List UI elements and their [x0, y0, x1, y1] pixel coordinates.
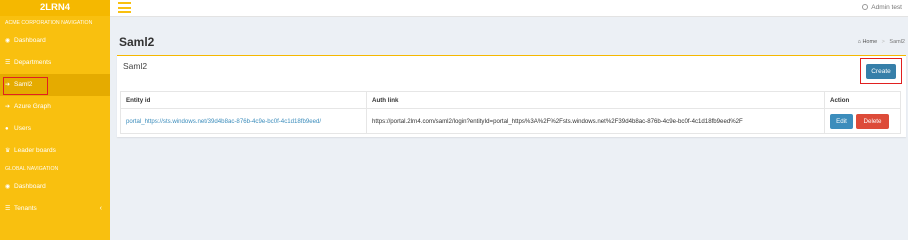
brand-logo[interactable]: 2LRN4 — [0, 0, 110, 16]
chevron-left-icon: ‹ — [99, 205, 102, 212]
breadcrumb-current: Saml2 — [889, 39, 905, 45]
delete-button[interactable]: Delete — [856, 113, 889, 129]
box-title: Saml2 — [123, 61, 148, 71]
user-avatar-icon — [862, 4, 869, 10]
trophy-icon: ♛ — [5, 148, 11, 154]
nav-section-header: GLOBAL NAVIGATION — [5, 166, 59, 172]
sidebar-item-label: Users — [14, 125, 31, 132]
sidebar-item-label: Dashboard — [14, 183, 46, 190]
user-icon: ● — [5, 126, 9, 132]
saml2-table: Entity id Auth link Action portal_https:… — [120, 91, 901, 134]
column-header-entity-id: Entity id — [120, 91, 367, 109]
action-cell: Edit Delete — [824, 108, 901, 134]
sidebar: 2LRN4 ACME CORPORATION NAVIGATION ◉ Dashb… — [0, 0, 110, 240]
table-header-row: Entity id Auth link Action — [120, 91, 901, 109]
page-title: Saml2 — [119, 35, 155, 49]
sidebar-item-label: Dashboard — [14, 37, 46, 44]
sidebar-item-label: Azure Graph — [14, 103, 51, 110]
sidebar-item-tenants[interactable]: ☰ Tenants ‹ — [0, 198, 110, 220]
highlight-box — [3, 77, 48, 95]
sidebar-item-departments[interactable]: ☰ Departments — [0, 52, 110, 74]
home-icon: ⌂ — [857, 39, 861, 45]
sign-in-icon: ➔ — [5, 104, 11, 110]
entity-id-link[interactable]: portal_https://sts.windows.net/39d4b8ac-… — [126, 118, 321, 125]
sidebar-item-leader-boards[interactable]: ♛ Leader boards — [0, 140, 110, 162]
entity-id-cell: portal_https://sts.windows.net/39d4b8ac-… — [120, 108, 367, 134]
dashboard-icon: ◉ — [5, 38, 11, 44]
user-name: Admin test — [871, 4, 902, 11]
table-row: portal_https://sts.windows.net/39d4b8ac-… — [120, 108, 901, 134]
nav-section-header: ACME CORPORATION NAVIGATION — [5, 20, 93, 26]
list-icon: ☰ — [5, 60, 11, 66]
sidebar-toggle-icon[interactable] — [118, 2, 131, 13]
sidebar-item-azure-graph[interactable]: ➔ Azure Graph — [0, 96, 110, 118]
top-navbar: Admin test — [110, 0, 908, 17]
sidebar-item-label: Departments — [14, 59, 52, 66]
column-header-auth-link: Auth link — [366, 91, 825, 109]
edit-button[interactable]: Edit — [830, 113, 853, 129]
sidebar-item-label: Leader boards — [14, 147, 56, 154]
sidebar-item-users[interactable]: ● Users — [0, 118, 110, 140]
sidebar-item-global-dashboard[interactable]: ◉ Dashboard — [0, 176, 110, 198]
saml2-box: Saml2 Create Entity id Auth link Action … — [117, 55, 906, 137]
breadcrumb: ⌂ Home > Saml2 — [858, 39, 905, 45]
breadcrumb-home-link[interactable]: Home — [862, 39, 877, 45]
list-icon: ☰ — [5, 206, 11, 212]
sidebar-item-dashboard[interactable]: ◉ Dashboard — [0, 30, 110, 52]
column-header-action: Action — [824, 91, 901, 109]
sidebar-item-saml2[interactable]: ➔ Saml2 — [0, 74, 110, 96]
breadcrumb-separator: > — [881, 39, 885, 45]
user-menu[interactable]: Admin test — [862, 0, 902, 16]
dashboard-icon: ◉ — [5, 184, 11, 190]
sidebar-item-label: Tenants — [14, 205, 37, 212]
auth-link-cell: https://portal.2lrn4.com/saml2/login?ent… — [366, 108, 825, 134]
create-button[interactable]: Create — [866, 64, 896, 79]
